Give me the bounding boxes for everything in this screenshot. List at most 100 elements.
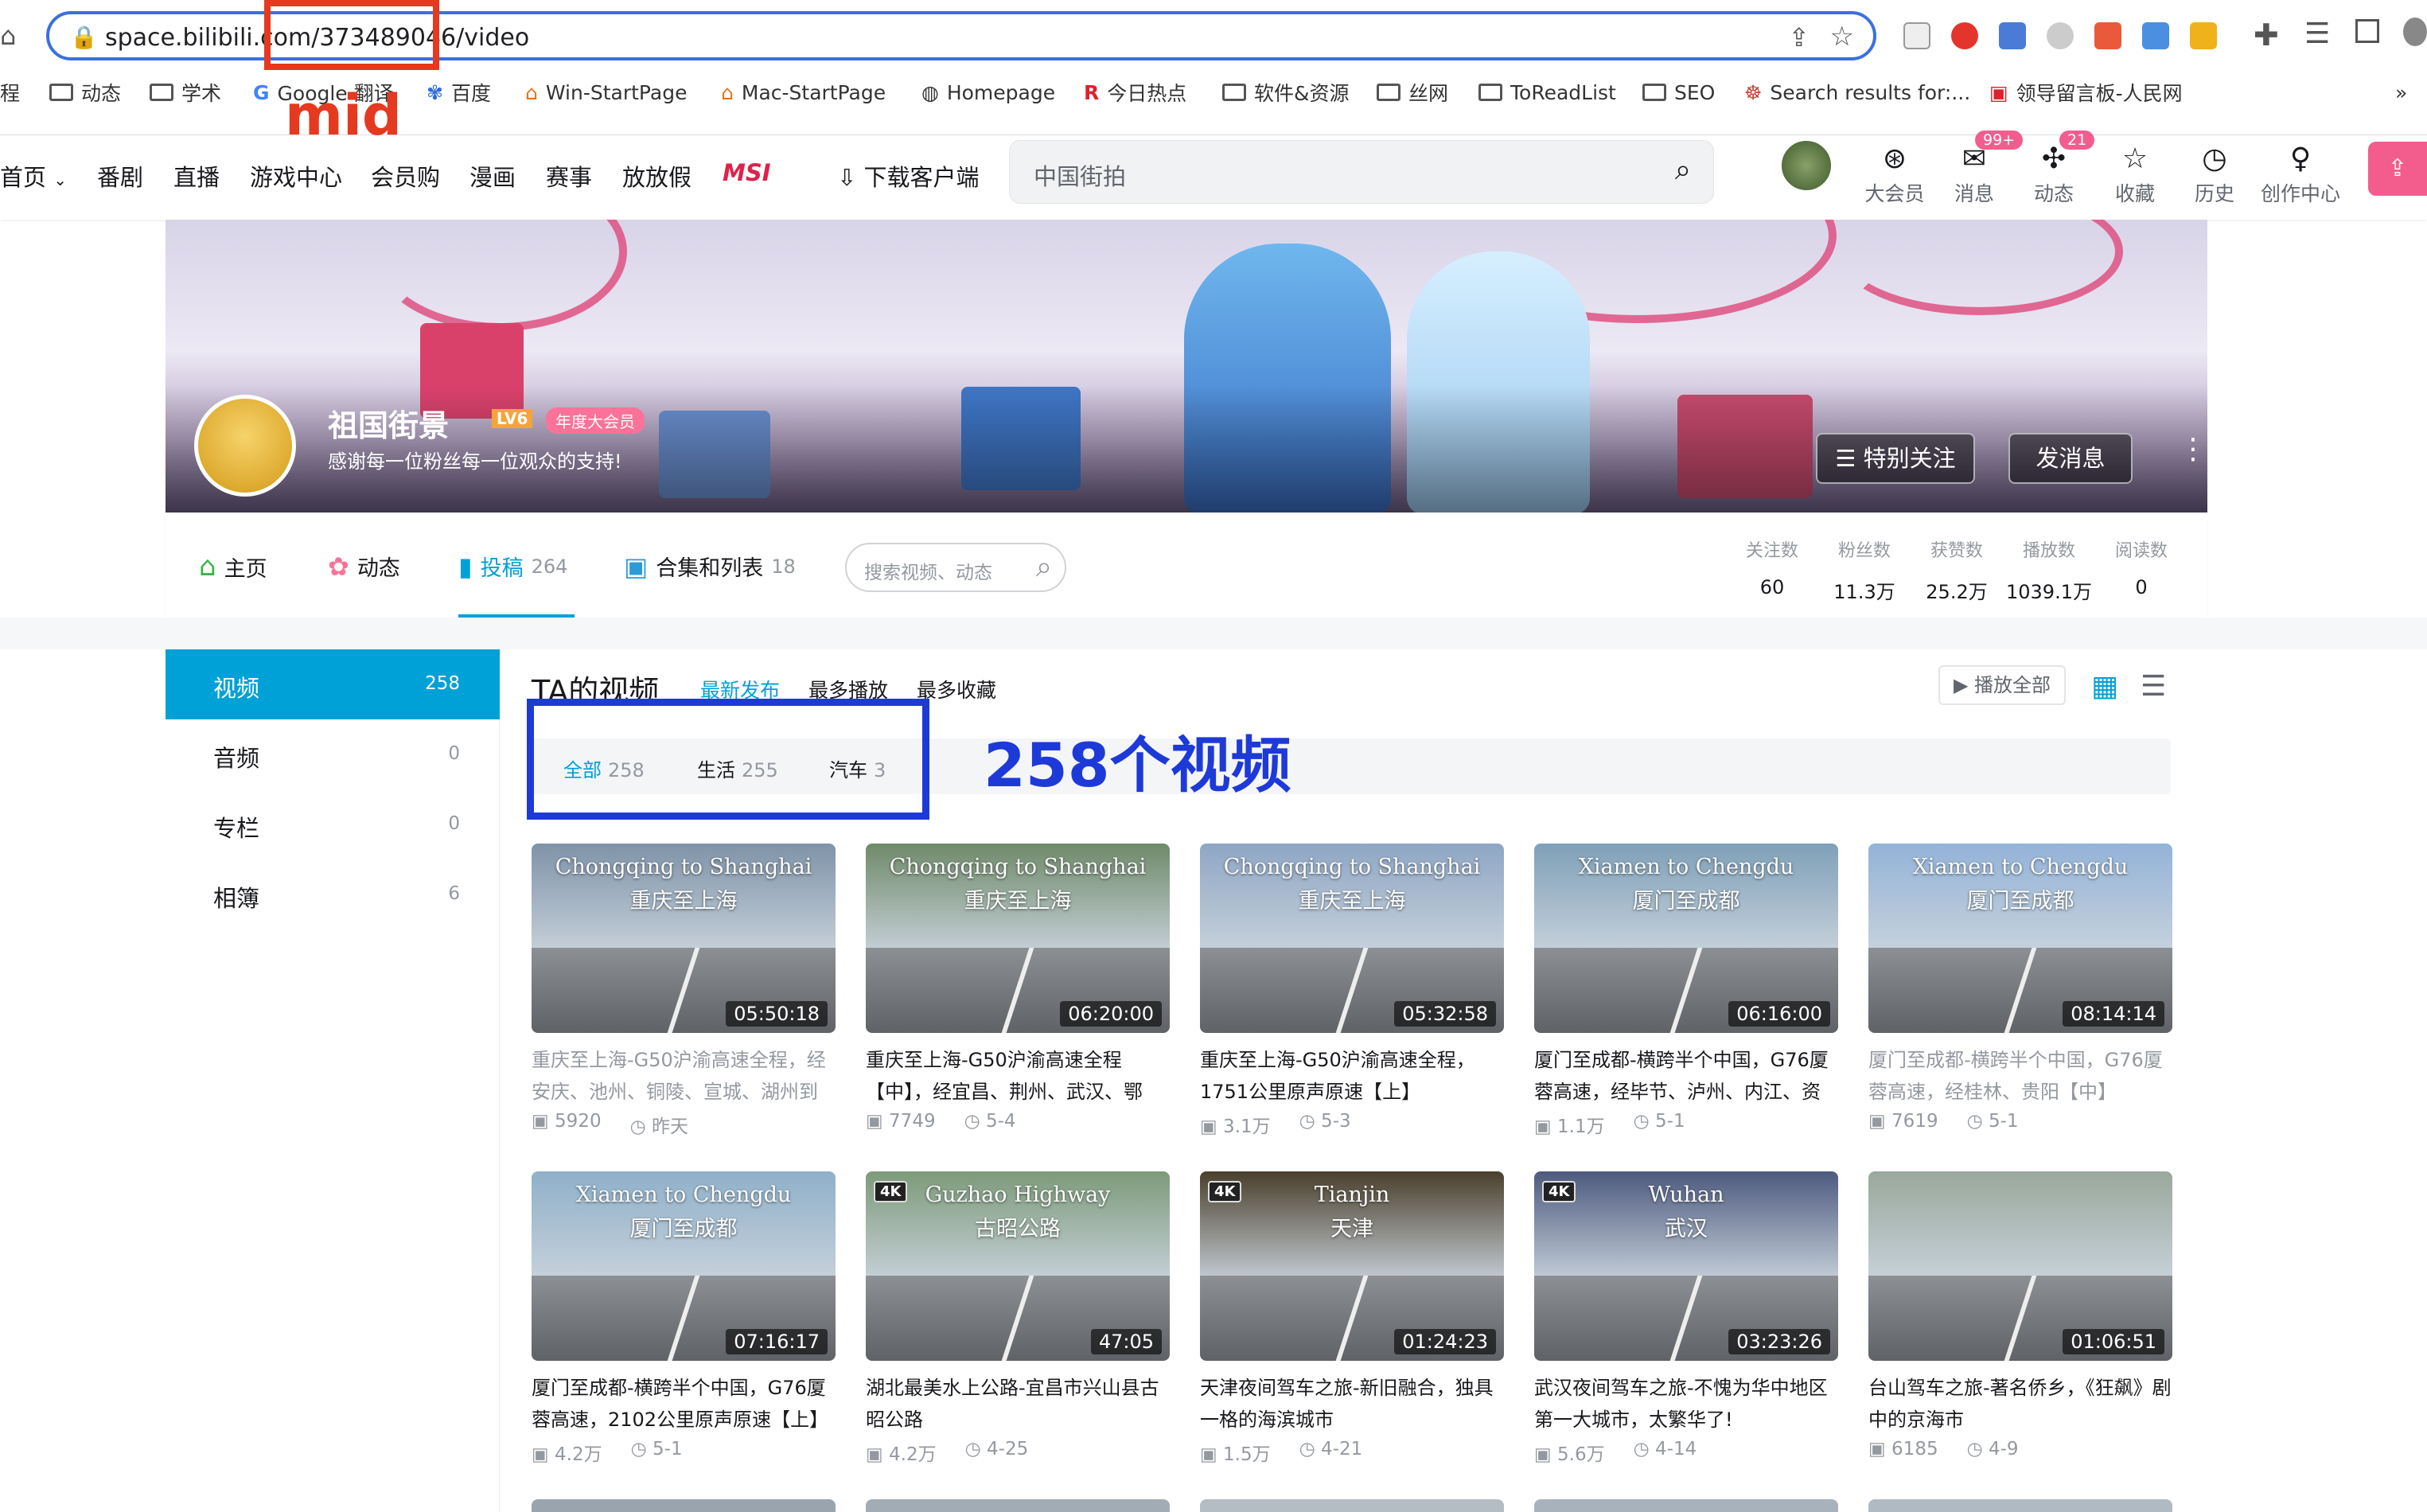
video-thumbnail[interactable]: Chongqing to Shanghai 重庆至上海 05:50:18	[532, 844, 836, 1033]
bookmark-item[interactable]: 学术	[150, 76, 221, 108]
video-thumbnail[interactable]: 4K Guzhao Highway 古昭公路 47:05	[866, 1171, 1170, 1361]
video-thumbnail[interactable]: 4K Wuhan 武汉 03:23:26	[1534, 1171, 1838, 1361]
video-card[interactable]: Chongqing to Shanghai 重庆至上海 05:32:58 重庆至上海-…	[1200, 844, 1504, 1138]
extension-icon[interactable]	[2142, 22, 2169, 49]
video-card[interactable]: 4K Guzhao Highway 古昭公路 47:05 湖北最美水上公路-宜昌市兴山县…	[866, 1171, 1170, 1466]
send-message-button[interactable]: 发消息	[2008, 433, 2133, 484]
more-icon[interactable]: ⋮	[2179, 433, 2207, 466]
stat-following[interactable]: 关注数 60	[1728, 536, 1816, 598]
sidebar-item-video[interactable]: 视频 258	[166, 649, 500, 719]
video-thumbnail[interactable]: 01:06:51	[1868, 1171, 2172, 1361]
top-vip[interactable]: ⊛ 大会员	[1859, 140, 1930, 207]
video-thumb-partial[interactable]	[866, 1499, 1170, 1512]
video-thumb-partial[interactable]	[1868, 1499, 2172, 1512]
extension-icon[interactable]	[2094, 22, 2121, 49]
list-view-icon[interactable]: ☰	[2141, 670, 2166, 703]
top-creator[interactable]: ♀ 创作中心	[2257, 140, 2344, 207]
bookmark-item[interactable]: ◍ Homepage	[921, 76, 1055, 108]
video-card[interactable]: Chongqing to Shanghai 重庆至上海 05:50:18 重庆至上海-…	[532, 844, 836, 1138]
bookmark-item[interactable]: ✾ 百度	[427, 76, 491, 108]
video-thumbnail[interactable]: Xiamen to Chengdu 厦门至成都 08:14:14	[1868, 844, 2172, 1033]
tab-dynamic[interactable]: ✿ 动态	[328, 551, 400, 582]
video-thumb-partial[interactable]	[532, 1499, 836, 1512]
video-title[interactable]: 湖北最美水上公路-宜昌市兴山县古昭公路	[866, 1372, 1170, 1436]
video-card[interactable]: Xiamen to Chengdu 厦门至成都 07:16:17 厦门至成都-横跨半个…	[532, 1171, 836, 1466]
nav-msi[interactable]: MSI	[723, 159, 771, 186]
bookmark-item[interactable]: 软件&资源	[1222, 76, 1350, 108]
nav-holiday[interactable]: 放放假	[622, 159, 691, 193]
search-icon[interactable]: ⌕	[1036, 551, 1052, 584]
site-search-input[interactable]: 中国街拍 ⌕	[1009, 140, 1714, 204]
user-avatar[interactable]	[194, 395, 296, 497]
bookmark-item[interactable]: 程	[0, 76, 20, 108]
video-thumbnail[interactable]: Xiamen to Chengdu 厦门至成都 06:16:00	[1534, 844, 1838, 1033]
search-icon[interactable]: ⌕	[1675, 154, 1691, 187]
video-thumbnail[interactable]: Chongqing to Shanghai 重庆至上海 05:32:58	[1200, 844, 1504, 1033]
video-thumbnail[interactable]: Chongqing to Shanghai 重庆至上海 06:20:00	[866, 844, 1170, 1033]
bookmark-item[interactable]: ToReadList	[1478, 76, 1616, 108]
profile-icon[interactable]	[2403, 18, 2427, 46]
video-title[interactable]: 厦门至成都-横跨半个中国，G76厦蓉高速，2102公里原声原速【上】	[532, 1372, 836, 1436]
nav-match[interactable]: 赛事	[546, 159, 592, 193]
sidebar-item-audio[interactable]: 音频 0	[166, 719, 500, 789]
extension-icon[interactable]	[1903, 22, 1930, 49]
top-favorites[interactable]: ☆ 收藏	[2099, 140, 2171, 207]
nav-game-center[interactable]: 游戏中心	[250, 159, 342, 193]
share-icon[interactable]: ⇪	[1788, 22, 1810, 53]
extension-icon[interactable]	[2047, 22, 2074, 49]
profile-search-input[interactable]: 搜索视频、动态 ⌕	[845, 543, 1066, 592]
extension-icon[interactable]	[1999, 22, 2026, 49]
bookmark-item[interactable]: SEO	[1642, 76, 1715, 108]
tab-collections[interactable]: ▣ 合集和列表 18	[624, 551, 796, 582]
video-title[interactable]: 武汉夜间驾车之旅-不愧为华中地区第一大城市，太繁华了!	[1534, 1372, 1838, 1436]
top-dynamic[interactable]: ✣ 动态 21	[2018, 131, 2095, 207]
bookmark-overflow[interactable]: »	[2395, 76, 2407, 108]
play-all-button[interactable]: ▶ 播放全部	[1938, 665, 2066, 705]
video-title[interactable]: 重庆至上海-G50沪渝高速全程【中】，经宜昌、荆州、武汉、鄂	[866, 1044, 1170, 1108]
nav-home[interactable]: 首页 ⌄	[0, 159, 67, 193]
special-follow-button[interactable]: ☰ 特别关注	[1816, 433, 1975, 484]
video-title[interactable]: 台山驾车之旅-著名侨乡，《狂飙》剧中的京海市	[1868, 1372, 2172, 1436]
upload-button[interactable]: ⇪	[2368, 142, 2427, 196]
bookmark-item[interactable]: R 今日热点	[1084, 76, 1186, 108]
top-history[interactable]: ◷ 历史	[2179, 140, 2250, 207]
sidebar-item-album[interactable]: 相簿 6	[166, 859, 500, 929]
video-thumbnail[interactable]: Xiamen to Chengdu 厦门至成都 07:16:17	[532, 1171, 836, 1361]
bookmark-item[interactable]: ▣ 领导留言板-人民网	[1989, 76, 2183, 108]
bookmark-item[interactable]: ⌂ Mac-StartPage	[721, 76, 886, 108]
video-card[interactable]: Xiamen to Chengdu 厦门至成都 06:16:00 厦门至成都-横跨半个…	[1534, 844, 1838, 1138]
adblock-icon[interactable]	[1951, 22, 1978, 49]
reading-list-icon[interactable]: ☰	[2304, 18, 2330, 50]
nav-live[interactable]: 直播	[173, 159, 220, 193]
video-card[interactable]: 4K Tianjin 天津 01:24:23 天津夜间驾车之旅-新旧融合，独具一格的海滨…	[1200, 1171, 1504, 1466]
video-thumbnail[interactable]: 4K Tianjin 天津 01:24:23	[1200, 1171, 1504, 1361]
tab-uploads[interactable]: ▮ 投稿 264	[458, 551, 567, 582]
grid-view-icon[interactable]: ▦	[2091, 670, 2118, 703]
sidebar-icon[interactable]	[2355, 19, 2379, 43]
video-thumb-partial[interactable]	[1200, 1499, 1504, 1512]
stat-followers[interactable]: 粉丝数 11.3万	[1821, 536, 1908, 604]
video-card[interactable]: Chongqing to Shanghai 重庆至上海 06:20:00 重庆至上海-…	[866, 844, 1170, 1132]
bookmark-item[interactable]: 动态	[49, 76, 121, 108]
video-title[interactable]: 厦门至成都-横跨半个中国，G76厦蓉高速，经毕节、泸州、内江、资	[1534, 1044, 1838, 1108]
bookmark-star-icon[interactable]: ☆	[1830, 21, 1854, 53]
avatar[interactable]	[1779, 138, 1833, 193]
video-title[interactable]: 重庆至上海-G50沪渝高速全程，1751公里原声原速【上】	[1200, 1044, 1504, 1108]
video-title[interactable]: 天津夜间驾车之旅-新旧融合，独具一格的海滨城市	[1200, 1372, 1504, 1436]
nav-mall[interactable]: 会员购	[371, 159, 440, 193]
top-message[interactable]: ✉ 消息 99+	[1938, 131, 2024, 207]
extension-icon[interactable]	[2190, 22, 2217, 49]
bookmark-item[interactable]: ⌂ Win-StartPage	[525, 76, 687, 108]
bookmark-item[interactable]: 丝网	[1377, 76, 1448, 108]
puzzle-icon[interactable]: ✚	[2254, 18, 2279, 53]
tab-home[interactable]: ⌂ 主页	[199, 551, 267, 583]
video-card[interactable]: 4K Wuhan 武汉 03:23:26 武汉夜间驾车之旅-不愧为华中地区第一大城市，太…	[1534, 1171, 1838, 1466]
sidebar-item-article[interactable]: 专栏 0	[166, 789, 500, 859]
video-card[interactable]: Xiamen to Chengdu 厦门至成都 08:14:14 厦门至成都-横跨半个…	[1868, 844, 2172, 1132]
video-title[interactable]: 厦门至成都-横跨半个中国，G76厦蓉高速，经桂林、贵阳【中】	[1868, 1044, 2172, 1108]
nav-download[interactable]: ⇩ 下载客户端	[837, 159, 980, 193]
video-title[interactable]: 重庆至上海-G50沪渝高速全程，经安庆、池州、铜陵、宣城、湖州到	[532, 1044, 836, 1108]
video-thumb-partial[interactable]	[1534, 1499, 1838, 1512]
home-icon[interactable]: ⌂	[0, 21, 16, 51]
nav-bangumi[interactable]: 番剧	[97, 159, 143, 193]
